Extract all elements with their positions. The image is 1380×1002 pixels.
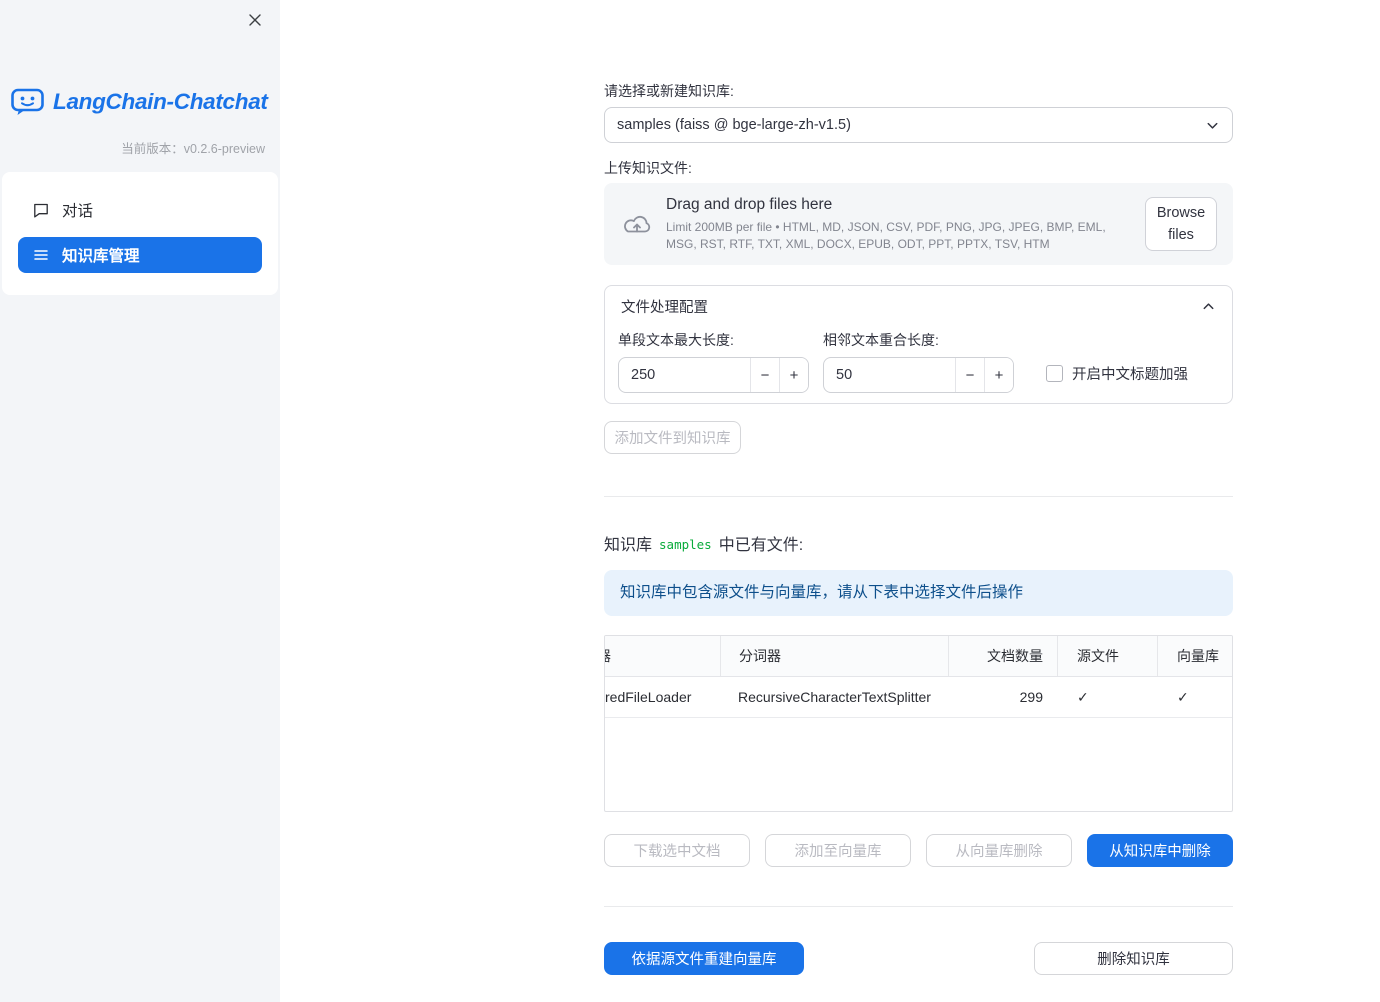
kb-select-value: samples (faiss @ bge-large-zh-v1.5) — [617, 117, 851, 133]
table-row[interactable]: redFileLoader RecursiveCharacterTextSpli… — [605, 677, 1232, 718]
close-icon — [248, 14, 262, 30]
max-length-input: 250 − + — [618, 357, 809, 393]
file-config-expander: 文件处理配置 单段文本最大长度: 250 − + 相邻文本重合长度: 50 − … — [604, 285, 1233, 404]
overlap-label: 相邻文本重合长度: — [823, 332, 939, 348]
delete-kb-button[interactable]: 删除知识库 — [1034, 942, 1233, 975]
delete-from-kb-button[interactable]: 从知识库中删除 — [1087, 834, 1233, 867]
divider — [604, 496, 1233, 497]
sidebar: LangChain-Chatchat 当前版本：v0.2.6-preview 对… — [0, 0, 280, 1002]
rebuild-vector-store-button[interactable]: 依据源文件重建向量库 — [604, 942, 804, 975]
cell-splitter: RecursiveCharacterTextSplitter — [738, 689, 931, 705]
dropzone-title: Drag and drop files here — [666, 196, 833, 214]
app-root: LangChain-Chatchat 当前版本：v0.2.6-preview 对… — [0, 0, 1380, 1002]
max-length-label: 单段文本最大长度: — [618, 332, 734, 348]
cell-source-file-check: ✓ — [1077, 688, 1089, 705]
increment-button[interactable]: + — [984, 358, 1013, 392]
cell-loader: redFileLoader — [605, 689, 692, 705]
chevron-up-icon — [1201, 299, 1216, 314]
sidebar-item-dialogue[interactable]: 对话 — [18, 192, 262, 227]
browse-files-button[interactable]: Browse files — [1145, 196, 1217, 252]
zh-title-enhance-checkbox[interactable]: 开启中文标题加强 — [1046, 363, 1188, 384]
app-logo: LangChain-Chatchat — [0, 88, 280, 116]
kb-files-table: 器 分词器 文档数量 源文件 向量库 redFileLoader Recursi… — [604, 635, 1233, 812]
kb-files-prefix: 知识库 — [604, 537, 653, 554]
sidebar-item-knowledge-base[interactable]: 知识库管理 — [18, 237, 262, 273]
column-header-vector-store: 向量库 — [1157, 636, 1232, 676]
decrement-button[interactable]: − — [750, 358, 779, 392]
expander-title: 文件处理配置 — [621, 300, 708, 316]
max-length-field: 单段文本最大长度: 250 − + — [618, 332, 809, 393]
expander-header[interactable]: 文件处理配置 — [605, 286, 1232, 317]
sidebar-close-button[interactable] — [244, 9, 266, 31]
logo-text: LangChain-Chatchat — [53, 89, 268, 114]
checkbox-box — [1046, 365, 1063, 382]
version-text: 当前版本：v0.2.6-preview — [121, 142, 265, 156]
column-header-doc-count: 文档数量 — [948, 636, 1057, 676]
overlap-field: 相邻文本重合长度: 50 − + — [823, 332, 1014, 393]
sidebar-menu: 对话 知识库管理 — [2, 172, 278, 295]
cell-vector-store-check: ✓ — [1177, 688, 1189, 705]
upload-label: 上传知识文件: — [604, 160, 692, 176]
add-files-to-kb-button[interactable]: 添加文件到知识库 — [604, 421, 741, 454]
logo-chat-icon — [11, 88, 44, 116]
add-to-vector-store-button[interactable]: 添加至向量库 — [765, 834, 911, 867]
upload-cloud-icon — [620, 211, 654, 238]
increment-button[interactable]: + — [779, 358, 808, 392]
info-alert: 知识库中包含源文件与向量库，请从下表中选择文件后操作 — [604, 570, 1233, 616]
kb-select-label: 请选择或新建知识库: — [604, 83, 734, 99]
list-icon — [33, 247, 49, 263]
delete-from-vector-store-button[interactable]: 从向量库删除 — [926, 834, 1072, 867]
file-dropzone[interactable]: Drag and drop files here Limit 200MB per… — [604, 183, 1233, 265]
table-header-row: 器 分词器 文档数量 源文件 向量库 — [605, 636, 1232, 677]
sidebar-item-label: 对话 — [62, 202, 94, 220]
kb-select[interactable]: samples (faiss @ bge-large-zh-v1.5) — [604, 107, 1233, 143]
kb-files-heading: 知识库 samples 中已有文件: — [604, 531, 1233, 555]
checkbox-label: 开启中文标题加强 — [1072, 367, 1188, 383]
kb-management-buttons: 依据源文件重建向量库 删除知识库 — [604, 942, 1233, 975]
file-action-buttons: 下载选中文档 添加至向量库 从向量库删除 从知识库中删除 — [604, 834, 1233, 867]
overlap-value[interactable]: 50 — [824, 358, 955, 392]
decrement-button[interactable]: − — [955, 358, 984, 392]
overlap-input: 50 − + — [823, 357, 1014, 393]
kb-files-suffix: 中已有文件: — [718, 537, 804, 554]
dropzone-text: Drag and drop files here Limit 200MB per… — [666, 196, 1133, 251]
chevron-down-icon — [1205, 118, 1220, 133]
sidebar-item-label: 知识库管理 — [62, 248, 140, 265]
main-area: 请选择或新建知识库: samples (faiss @ bge-large-zh… — [280, 0, 1380, 1002]
chat-icon — [33, 202, 49, 218]
column-header-source-file: 源文件 — [1057, 636, 1157, 676]
column-header-loader: 器 — [605, 636, 720, 676]
max-length-value[interactable]: 250 — [619, 358, 750, 392]
cell-doc-count: 299 — [1019, 689, 1043, 705]
download-selected-button[interactable]: 下载选中文档 — [604, 834, 750, 867]
dropzone-limit-text: Limit 200MB per file • HTML, MD, JSON, C… — [666, 220, 1106, 251]
expander-body: 单段文本最大长度: 250 − + 相邻文本重合长度: 50 − + 开启中文标… — [605, 317, 1232, 403]
column-header-splitter: 分词器 — [720, 636, 948, 676]
divider — [604, 906, 1233, 907]
kb-name-code: samples — [659, 536, 712, 552]
